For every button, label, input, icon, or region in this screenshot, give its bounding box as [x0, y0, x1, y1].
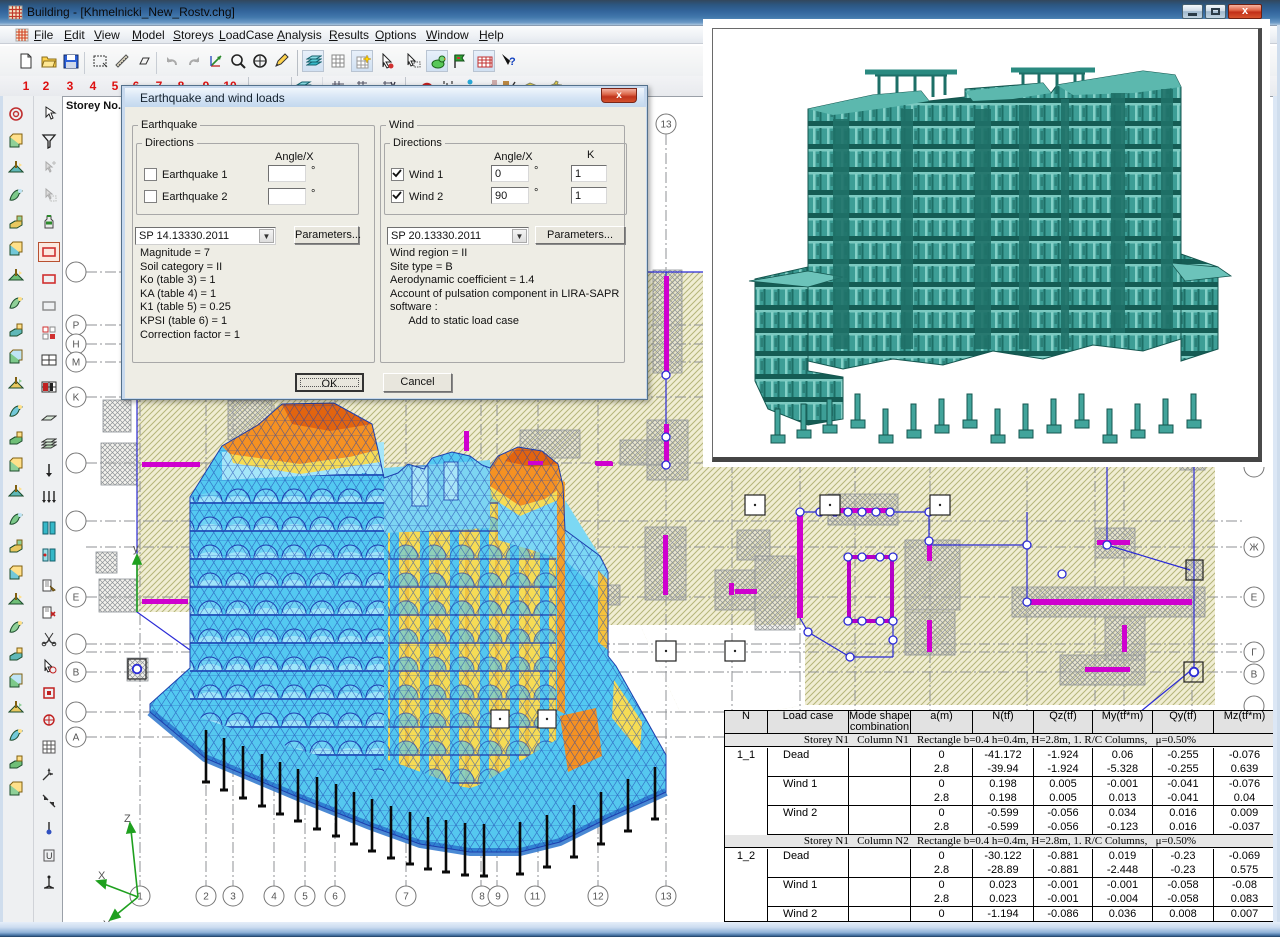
svg-text:A: A: [73, 733, 80, 744]
svg-text:P: P: [73, 321, 80, 332]
svg-text:Z: Z: [124, 813, 131, 825]
svg-text:13: 13: [660, 892, 672, 903]
svg-text:M: M: [72, 358, 80, 369]
svg-text:Г: Г: [1251, 648, 1257, 659]
svg-text:K: K: [73, 393, 80, 404]
svg-text:5: 5: [302, 892, 308, 903]
svg-text:7: 7: [403, 892, 409, 903]
svg-text:12: 12: [592, 892, 604, 903]
svg-text:2: 2: [203, 892, 209, 903]
svg-text:y: y: [133, 543, 139, 555]
svg-text:E: E: [73, 593, 80, 604]
svg-text:?: ?: [509, 56, 516, 68]
svg-text:6: 6: [332, 892, 338, 903]
svg-text:E: E: [1251, 593, 1258, 604]
svg-text:B: B: [73, 668, 80, 679]
svg-text:3: 3: [230, 892, 236, 903]
svg-text:H: H: [72, 340, 79, 351]
svg-text:9: 9: [495, 892, 501, 903]
svg-text:X: X: [98, 870, 106, 882]
svg-text:U: U: [46, 851, 53, 861]
svg-text:13: 13: [660, 120, 672, 131]
svg-text:8: 8: [479, 892, 485, 903]
svg-text:4: 4: [271, 892, 277, 903]
svg-text:11: 11: [530, 892, 541, 903]
svg-text:Ж: Ж: [1249, 543, 1259, 554]
svg-text:B: B: [1251, 670, 1258, 681]
